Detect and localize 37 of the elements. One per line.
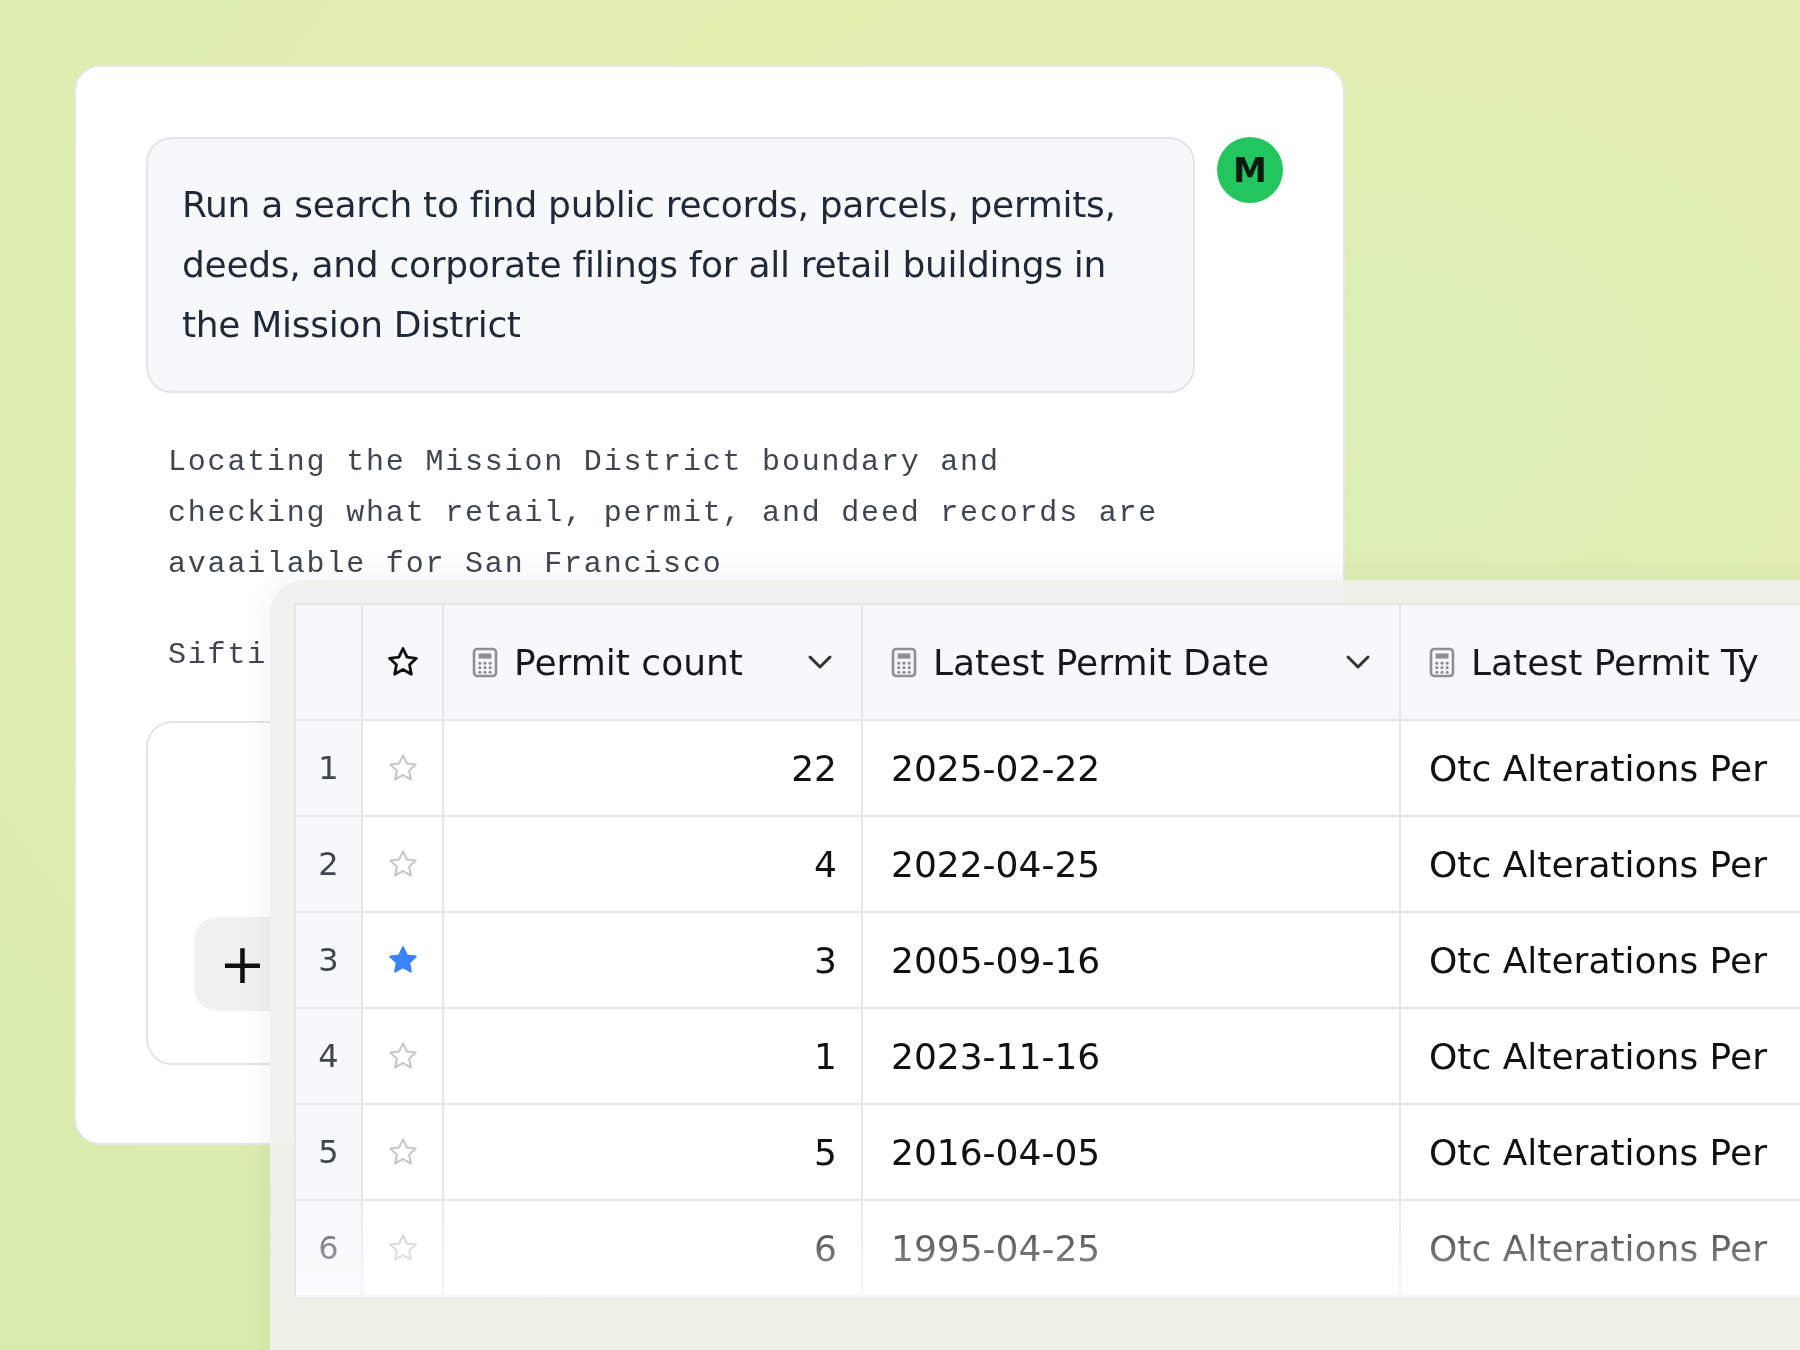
table-cell: Otc Alterations Per [1401, 817, 1800, 913]
table-cell: 1 [444, 1009, 863, 1105]
table-cell: 22 [444, 721, 863, 817]
status-text: Locating the Mission District boundary and checking what retail, permit, and deed records are avaailable for San Francisco [168, 444, 1159, 583]
calculator-icon [1429, 646, 1455, 678]
table-cell: 1995-04-25 [863, 1201, 1401, 1297]
table-cell: 2005-09-16 [863, 913, 1401, 1009]
table-cell: 2023-11-16 [863, 1009, 1401, 1105]
table-cell: 2016-04-05 [863, 1105, 1401, 1201]
row-number: 4 [296, 1009, 363, 1105]
calculator-icon [891, 646, 917, 678]
user-avatar: M [1217, 137, 1283, 203]
table-cell: Otc Alterations Per [1401, 1105, 1800, 1201]
star-icon[interactable] [385, 645, 420, 679]
status-text: Sifti [168, 637, 267, 674]
prompt-message: Run a search to find public records, parcels, permits, deeds, and corporate filings for all retail buildings in the Mission District [182, 183, 1117, 347]
table-cell: Otc Alterations Per [1401, 1009, 1800, 1105]
table-cell: 2022-04-25 [863, 817, 1401, 913]
table-cell: 6 [444, 1201, 863, 1297]
row-number: 5 [296, 1105, 363, 1201]
table-cell: 2025-02-22 [863, 721, 1401, 817]
column-header[interactable]: Permit count [444, 605, 863, 721]
add-button[interactable]: + [194, 917, 272, 1011]
message-input[interactable]: + [146, 721, 270, 1065]
table-cell: Otc Alterations Per [1401, 1201, 1800, 1297]
table-cell: Otc Alterations Per [1401, 721, 1800, 817]
row-number: 6 [296, 1201, 363, 1297]
row-number: 1 [296, 721, 363, 817]
table-cell: 3 [444, 913, 863, 1009]
table-cell: 5 [444, 1105, 863, 1201]
row-number: 3 [296, 913, 363, 1009]
column-header[interactable]: Latest Permit Ty [1401, 605, 1800, 721]
table-cell: 4 [444, 817, 863, 913]
column-header[interactable]: Latest Permit Date [863, 605, 1401, 721]
table-cell: Otc Alterations Per [1401, 913, 1800, 1009]
row-number: 2 [296, 817, 363, 913]
calculator-icon [472, 646, 498, 678]
